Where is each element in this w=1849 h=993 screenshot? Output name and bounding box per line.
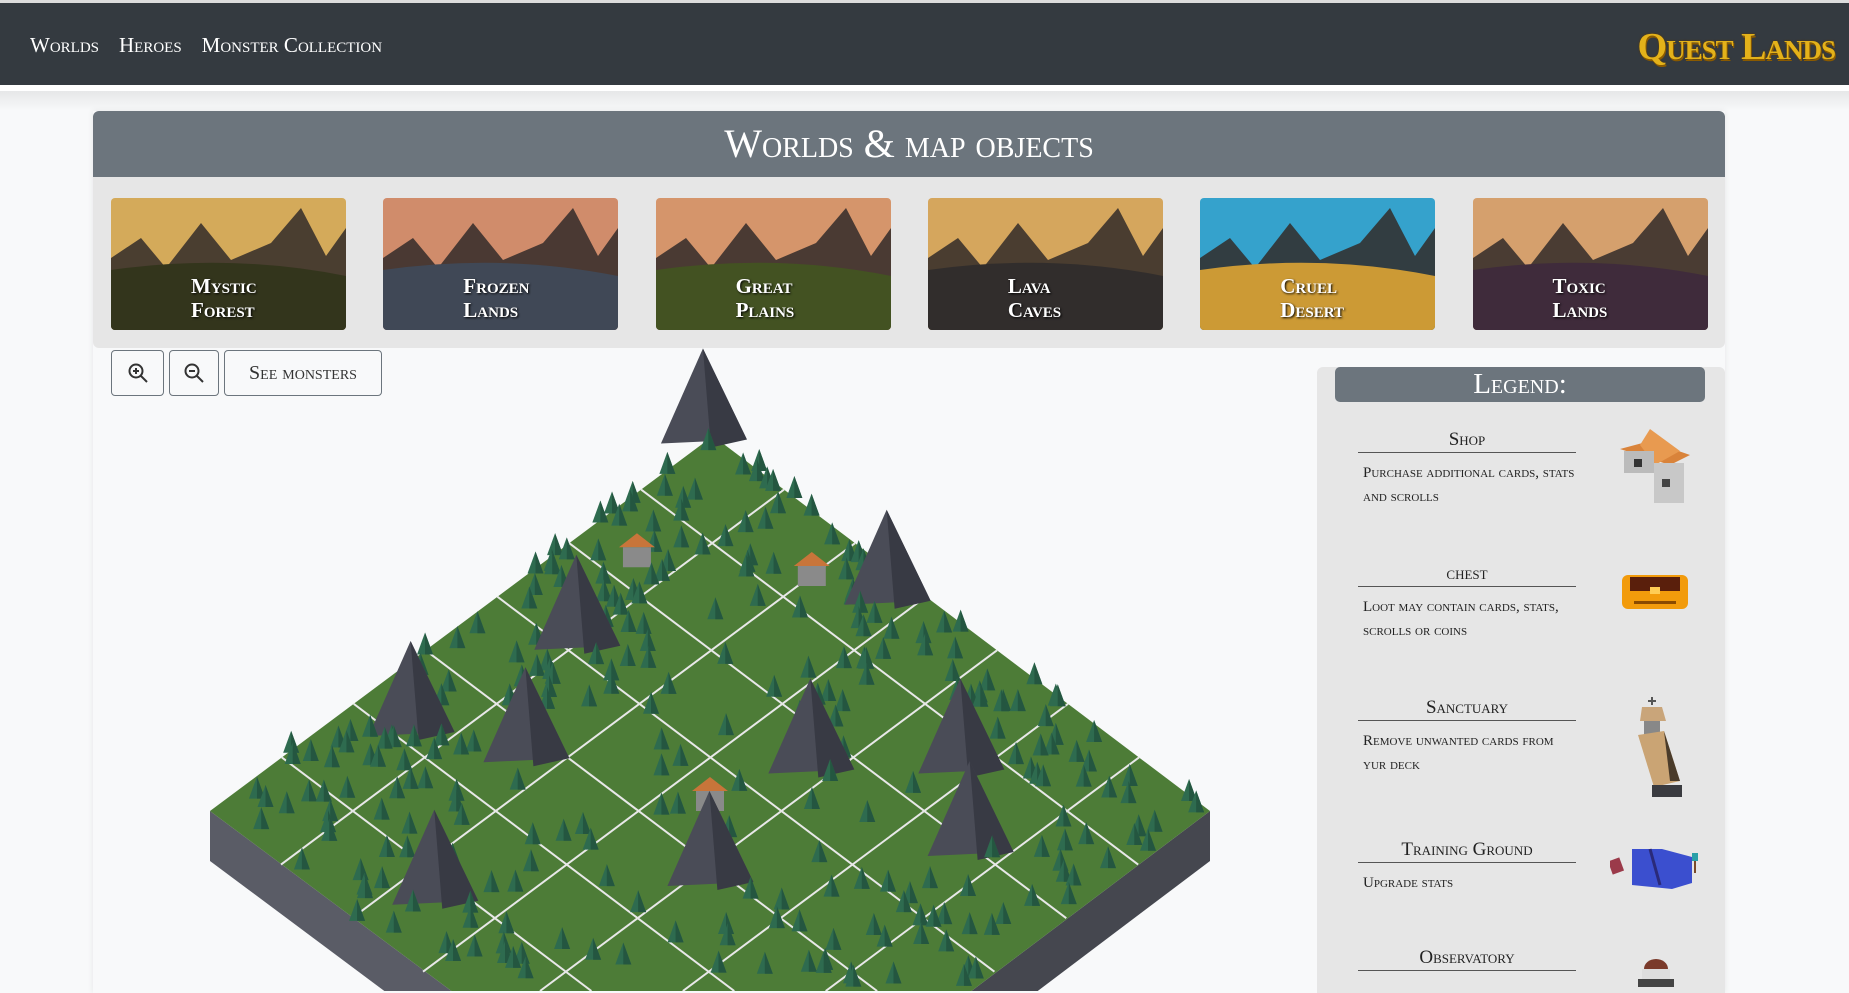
legend-item-title: Shop bbox=[1358, 429, 1576, 453]
map-tree-shade bbox=[743, 452, 752, 475]
map-tree-shade bbox=[425, 632, 434, 655]
world-name: Lands bbox=[1552, 298, 1608, 322]
legend-item-title: Observatory bbox=[1358, 947, 1576, 971]
observatory-icon bbox=[1638, 959, 1674, 987]
nav-heroes[interactable]: Heroes bbox=[119, 33, 182, 58]
map-tree-shade bbox=[1034, 662, 1043, 685]
legend-item-desc: Remove unwanted cards from yur deck bbox=[1363, 733, 1554, 773]
quest-lands-logo[interactable]: Quest Lands bbox=[1638, 25, 1836, 69]
map-tree-shade bbox=[960, 609, 969, 632]
nav-worlds[interactable]: Worlds bbox=[30, 33, 99, 58]
map-tree-shade bbox=[667, 451, 676, 474]
map-tree-shade bbox=[794, 476, 803, 499]
legend-item-sanctuary: Sanctuary Remove unwanted cards from yur… bbox=[1358, 697, 1688, 797]
main-container: Worlds & map objects Mystic Forest Frozen… bbox=[93, 111, 1725, 993]
legend-item-title: Sanctuary bbox=[1358, 697, 1576, 721]
legend-item-desc: Loot may contain cards, stats, scrolls o… bbox=[1363, 599, 1559, 639]
map-tree-shade bbox=[773, 468, 782, 491]
world-card-toxic-lands[interactable]: Toxic Lands bbox=[1472, 198, 1708, 330]
world-map[interactable] bbox=[93, 111, 1313, 991]
legend-item-training-ground: Training Ground Upgrade stats bbox=[1358, 839, 1698, 895]
map-tree-shade bbox=[535, 551, 544, 574]
shop-icon bbox=[1620, 429, 1690, 503]
map-tree-shade bbox=[811, 493, 820, 516]
navbar: Worlds Heroes Monster Collection Quest L… bbox=[0, 3, 1849, 85]
training-ground-icon bbox=[1610, 848, 1698, 889]
legend-item-chest: chest Loot may contain cards, stats, scr… bbox=[1358, 563, 1688, 643]
world-name: Toxic bbox=[1552, 274, 1606, 298]
chest-icon bbox=[1622, 575, 1688, 609]
legend-item-observatory: Observatory bbox=[1358, 947, 1688, 987]
legend-panel: Legend: Shop Purchase additional cards, … bbox=[1317, 367, 1725, 993]
sanctuary-icon bbox=[1638, 697, 1682, 797]
nav-monster-collection[interactable]: Monster Collection bbox=[202, 33, 382, 58]
shadow-band bbox=[0, 91, 1849, 111]
legend-item-desc: Purchase additional cards, stats and scr… bbox=[1363, 465, 1575, 505]
legend-item-shop: Shop Purchase additional cards, stats an… bbox=[1358, 429, 1690, 509]
map-house bbox=[797, 566, 826, 586]
map-house bbox=[622, 547, 651, 568]
map-tree-shade bbox=[759, 448, 768, 471]
legend-item-desc: Upgrade stats bbox=[1363, 875, 1454, 891]
legend-item-title: Training Ground bbox=[1358, 839, 1576, 863]
legend-title: Legend: bbox=[1335, 367, 1705, 402]
legend-item-title: chest bbox=[1358, 563, 1576, 587]
